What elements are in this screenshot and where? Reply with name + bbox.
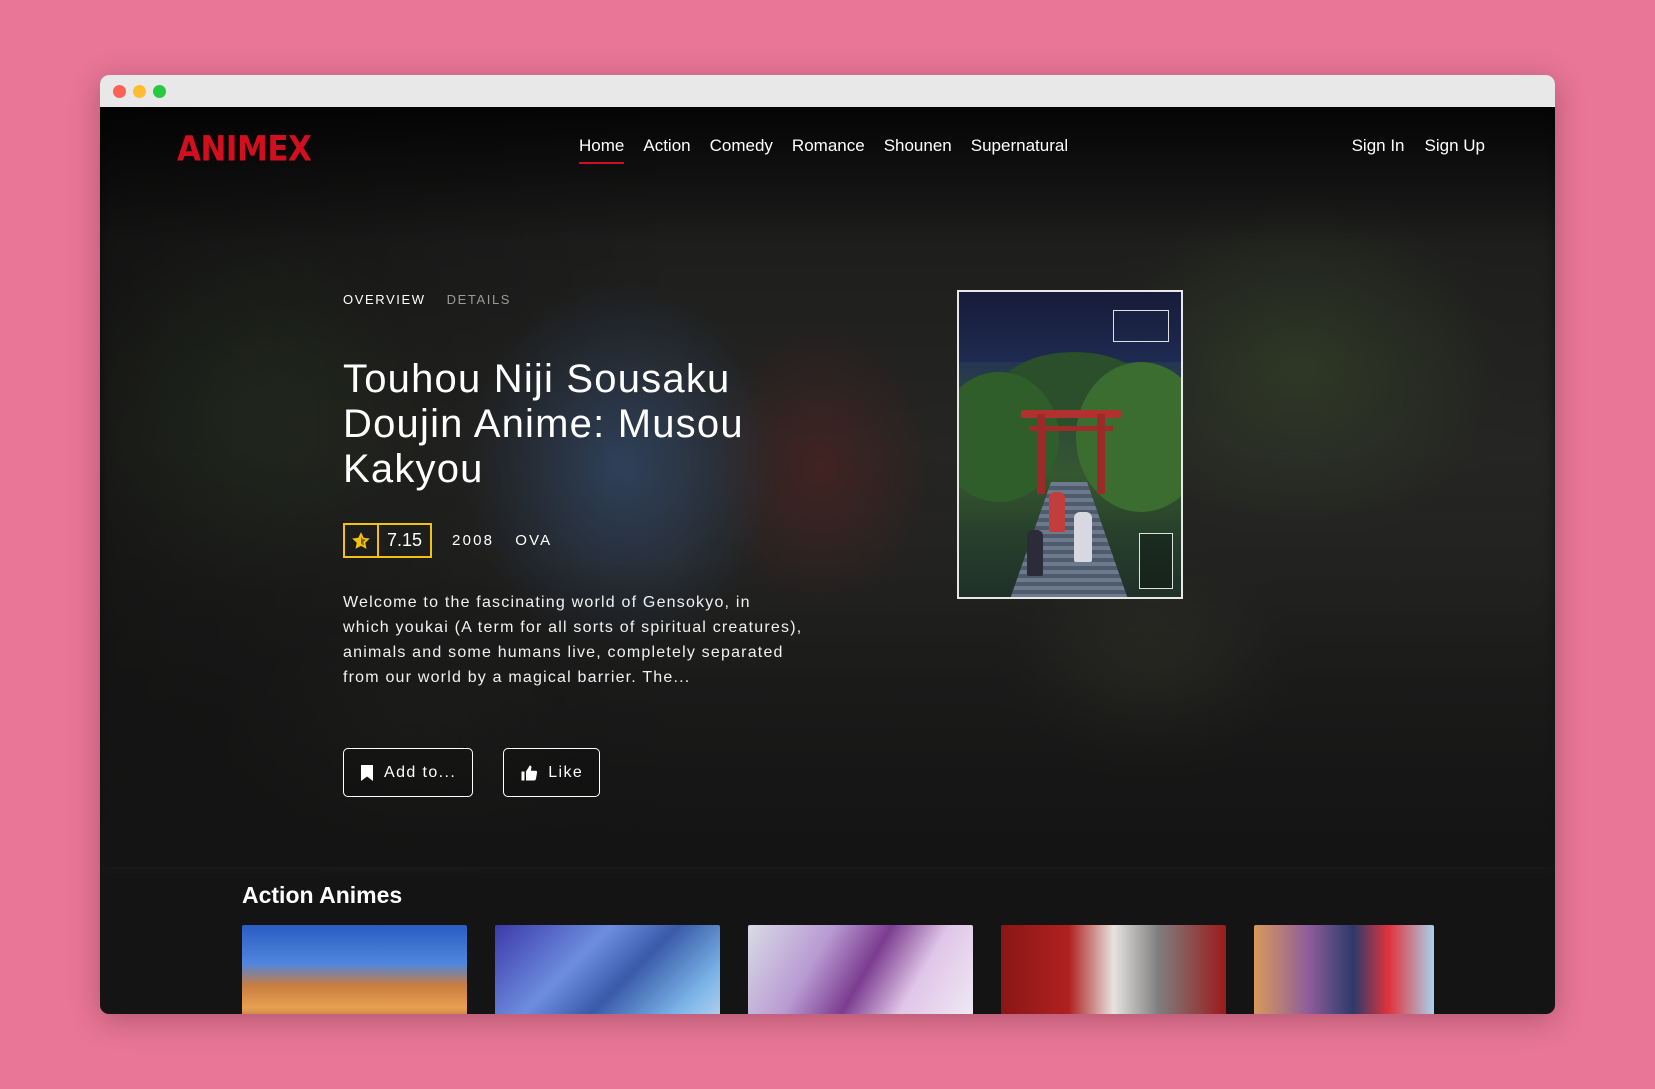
minimize-window-button[interactable] xyxy=(133,85,146,98)
star-icon xyxy=(345,525,379,556)
anime-card[interactable] xyxy=(748,925,973,1014)
add-to-label: Add to... xyxy=(384,763,457,781)
tab-overview[interactable]: OVERVIEW xyxy=(343,292,426,307)
close-window-button[interactable] xyxy=(113,85,126,98)
hero-tabs: OVERVIEW DETAILS xyxy=(343,292,511,307)
hero-overlay xyxy=(100,107,1555,867)
anime-card[interactable] xyxy=(242,925,467,1014)
nav-item-action[interactable]: Action xyxy=(643,136,690,164)
anime-card[interactable] xyxy=(495,925,720,1014)
release-year: 2008 xyxy=(452,532,495,549)
anime-card[interactable] xyxy=(1254,925,1434,1014)
row-title-action-animes: Action Animes xyxy=(242,882,403,908)
rating-badge: 7.15 xyxy=(343,523,433,558)
main-menu: Home Action Comedy Romance Shounen Super… xyxy=(579,136,1068,164)
sign-in-link[interactable]: Sign In xyxy=(1352,136,1405,156)
nav-item-comedy[interactable]: Comedy xyxy=(710,136,773,164)
top-navigation: ANIMEX Home Action Comedy Romance Shoune… xyxy=(100,107,1555,182)
nav-item-romance[interactable]: Romance xyxy=(792,136,865,164)
action-animes-row xyxy=(242,925,1434,1014)
hero-actions: Add to... Like xyxy=(343,748,601,797)
anime-meta: 7.15 2008 OVA xyxy=(343,523,552,558)
anime-poster[interactable] xyxy=(957,290,1183,599)
sign-up-link[interactable]: Sign Up xyxy=(1425,136,1485,156)
anime-title: Touhou Niji Sousaku Doujin Anime: Musou … xyxy=(343,357,744,491)
add-to-button[interactable]: Add to... xyxy=(343,748,474,797)
nav-item-shounen[interactable]: Shounen xyxy=(884,136,952,164)
brand-logo[interactable]: ANIMEX xyxy=(177,129,312,169)
page-viewport: ANIMEX Home Action Comedy Romance Shoune… xyxy=(100,107,1555,1014)
auth-links: Sign In Sign Up xyxy=(1352,136,1485,156)
anime-card[interactable] xyxy=(1001,925,1226,1014)
nav-item-supernatural[interactable]: Supernatural xyxy=(971,136,1068,164)
tab-details[interactable]: DETAILS xyxy=(447,292,511,307)
nav-item-home[interactable]: Home xyxy=(579,136,625,164)
browser-window: ANIMEX Home Action Comedy Romance Shoune… xyxy=(100,75,1555,1014)
rating-value: 7.15 xyxy=(387,530,423,550)
window-titlebar xyxy=(100,75,1555,107)
bookmark-icon xyxy=(360,764,374,782)
anime-type: OVA xyxy=(515,532,553,549)
thumbs-up-icon xyxy=(520,764,538,782)
anime-description: Welcome to the fascinating world of Gens… xyxy=(343,594,803,686)
like-label: Like xyxy=(548,763,584,781)
like-button[interactable]: Like xyxy=(503,748,601,797)
maximize-window-button[interactable] xyxy=(153,85,166,98)
